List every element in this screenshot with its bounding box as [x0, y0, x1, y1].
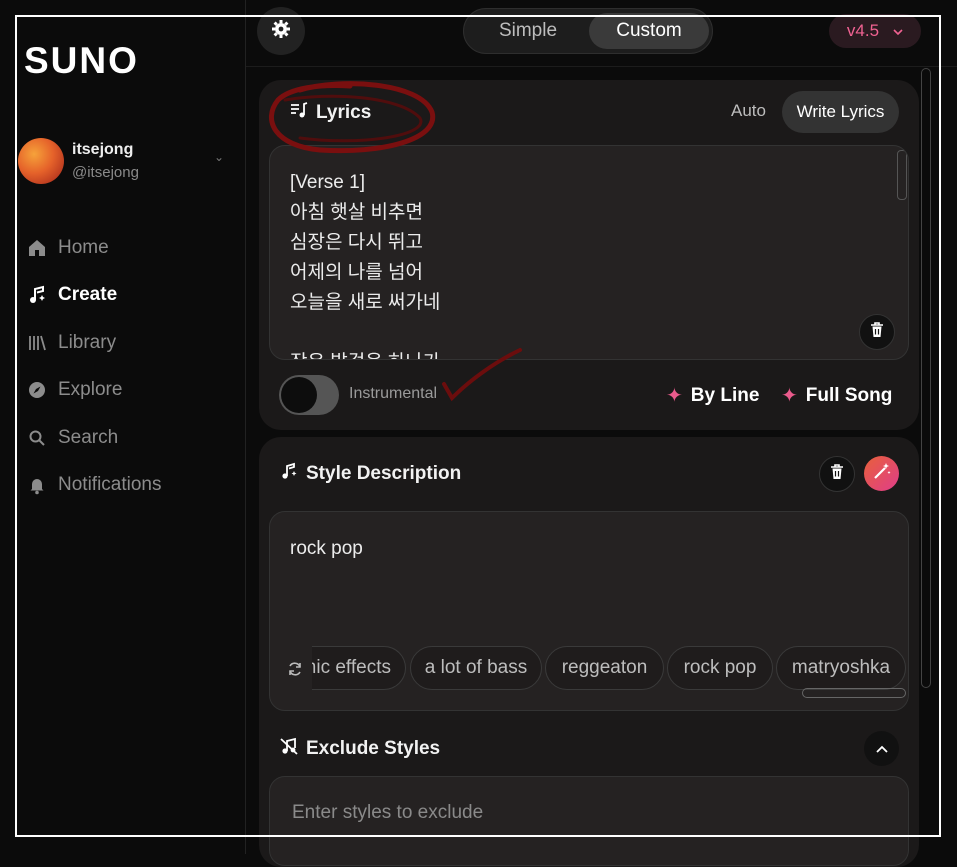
music-note-icon: [26, 285, 48, 305]
trash-icon: [830, 463, 844, 485]
sidebar-item-label: Notifications: [58, 474, 162, 496]
exclude-styles-input[interactable]: [290, 801, 884, 825]
toggle-knob: [281, 377, 317, 413]
by-line-label: By Line: [690, 384, 760, 406]
compass-icon: [26, 380, 48, 400]
lyrics-text: [Verse 1] 아침 햇살 비추면 심장은 다시 뛰고 어제의 나를 넘어 …: [290, 172, 441, 359]
exclude-title-label: Exclude Styles: [306, 738, 441, 759]
style-chip[interactable]: rock pop: [667, 646, 773, 690]
chevron-up-icon: [875, 740, 888, 758]
version-select[interactable]: v4.5: [829, 14, 921, 48]
magic-wand-icon: [873, 462, 891, 485]
sidebar-item-label: Home: [58, 236, 109, 258]
user-handle: @itsejong: [72, 164, 139, 181]
chips-scrollbar[interactable]: [802, 688, 906, 698]
exclude-styles-box: [269, 776, 909, 866]
sidebar-item-label: Search: [58, 426, 119, 448]
magic-wand-button[interactable]: [864, 456, 899, 491]
trash-icon: [870, 321, 884, 343]
sparkle-icon: ✦: [781, 385, 798, 407]
auto-lyrics-button[interactable]: Auto: [731, 101, 766, 121]
full-song-button[interactable]: ✦ Full Song: [781, 383, 892, 408]
clear-style-button[interactable]: [819, 456, 855, 492]
simple-mode-button[interactable]: Simple: [468, 13, 588, 49]
suno-logo[interactable]: SUNO: [24, 40, 139, 82]
sidebar: SUNO itsejong @itsejong ⌄ Home Create Li…: [0, 0, 246, 854]
sidebar-nav: Home Create Library Explore Search Notif: [26, 224, 162, 509]
instrumental-toggle[interactable]: [279, 375, 339, 415]
by-line-button[interactable]: ✦ By Line: [666, 383, 759, 408]
gear-icon: [271, 19, 291, 44]
style-chip[interactable]: a lot of bass: [410, 646, 542, 690]
chevron-down-icon: ⌄: [213, 150, 224, 164]
sidebar-item-label: Explore: [58, 379, 123, 401]
style-chip[interactable]: reggeaton: [545, 646, 664, 690]
bell-icon: [26, 475, 48, 495]
sidebar-item-label: Library: [58, 331, 117, 353]
lyrics-icon: [290, 101, 308, 125]
music-note-off-icon: [280, 737, 298, 761]
lyrics-scrollbar[interactable]: [897, 150, 907, 200]
instrumental-label: Instrumental: [349, 385, 438, 402]
settings-button[interactable]: [257, 7, 305, 55]
sidebar-item-notifications[interactable]: Notifications: [26, 462, 162, 510]
avatar: [18, 138, 64, 184]
sidebar-item-search[interactable]: Search: [26, 414, 162, 462]
write-lyrics-button[interactable]: Write Lyrics: [782, 91, 899, 133]
clear-lyrics-button[interactable]: [859, 314, 895, 350]
mode-switch: Simple Custom: [463, 8, 713, 54]
library-icon: [26, 333, 48, 353]
style-textarea[interactable]: rock pop mic effects a lot of bass regge…: [269, 511, 909, 711]
sidebar-item-home[interactable]: Home: [26, 224, 162, 272]
sparkle-icon: ✦: [666, 385, 683, 407]
version-label: v4.5: [846, 21, 880, 40]
search-icon: [26, 428, 48, 448]
sidebar-item-library[interactable]: Library: [26, 319, 162, 367]
lyrics-textarea[interactable]: [Verse 1] 아침 햇살 비추면 심장은 다시 뛰고 어제의 나를 넘어 …: [269, 145, 909, 360]
refresh-icon: [287, 661, 303, 682]
custom-mode-button[interactable]: Custom: [589, 13, 709, 49]
style-chip[interactable]: mic effects: [312, 646, 406, 690]
sidebar-item-create[interactable]: Create: [26, 272, 162, 320]
refresh-suggestions-button[interactable]: [282, 658, 308, 684]
chevron-down-icon: [893, 21, 903, 41]
sidebar-item-explore[interactable]: Explore: [26, 367, 162, 415]
style-title: Style Description: [280, 462, 461, 486]
sidebar-item-label: Create: [58, 284, 118, 306]
collapse-exclude-button[interactable]: [864, 731, 899, 766]
exclude-title: Exclude Styles: [280, 737, 440, 761]
style-chip[interactable]: matryoshka: [776, 646, 906, 690]
full-song-label: Full Song: [805, 384, 893, 406]
style-value: rock pop: [290, 538, 363, 559]
music-note-icon: [280, 462, 298, 486]
home-icon: [26, 238, 48, 258]
style-title-label: Style Description: [306, 463, 462, 484]
lyrics-title: Lyrics: [290, 101, 371, 125]
user-menu[interactable]: itsejong @itsejong ⌄: [18, 138, 228, 186]
main-scrollbar[interactable]: [921, 68, 931, 688]
lyrics-title-label: Lyrics: [316, 102, 372, 123]
user-name: itsejong: [72, 141, 134, 158]
